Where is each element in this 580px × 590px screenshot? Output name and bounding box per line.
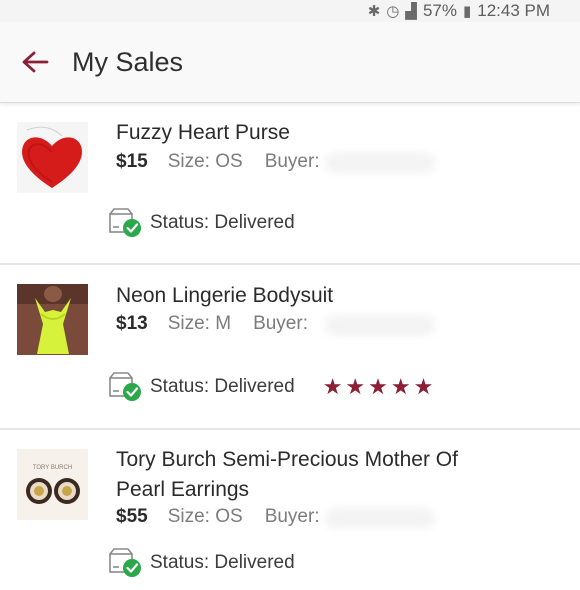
item-thumbnail[interactable] bbox=[17, 284, 88, 355]
page-title: My Sales bbox=[72, 46, 184, 77]
item-meta: $13 Size: M Buyer: bbox=[116, 313, 308, 335]
item-size: Size: M bbox=[167, 313, 232, 334]
buyer-name-redacted bbox=[325, 153, 435, 173]
star-icon: ★ bbox=[368, 374, 388, 399]
item-title[interactable]: Tory Burch Semi-Precious Mother Of Pearl… bbox=[116, 445, 458, 505]
order-status: Status: Delivered bbox=[108, 548, 295, 578]
item-title[interactable]: Neon Lingerie Bodysuit bbox=[116, 281, 333, 311]
item-meta: $55 Size: OS Buyer: bbox=[116, 506, 320, 528]
star-icon: ★ bbox=[322, 374, 343, 399]
delivered-package-icon bbox=[108, 372, 144, 402]
buyer-label: Buyer: bbox=[253, 313, 308, 334]
list-item[interactable]: Neon Lingerie Bodysuit $13 Size: M Buyer… bbox=[0, 265, 580, 430]
star-icon: ★ bbox=[413, 374, 434, 399]
buyer-name-redacted bbox=[325, 315, 435, 335]
heart-purse-image bbox=[17, 122, 88, 193]
item-meta: $15 Size: OS Buyer: bbox=[116, 151, 320, 173]
status-bar: ✱ ◷ ▟ 57% ▮ 12:43 PM bbox=[0, 0, 580, 22]
item-price: $55 bbox=[116, 506, 148, 527]
back-button[interactable] bbox=[18, 45, 52, 79]
earrings-image: TORY BURCH bbox=[17, 449, 88, 520]
bodysuit-image bbox=[17, 284, 88, 355]
status-text: Status: Delivered bbox=[150, 212, 295, 233]
sales-list: Fuzzy Heart Purse $15 Size: OS Buyer: St… bbox=[0, 103, 580, 590]
star-icon: ★ bbox=[390, 374, 411, 399]
alarm-icon: ◷ bbox=[386, 3, 400, 20]
item-size: Size: OS bbox=[167, 506, 243, 527]
signal-icon: ▟ bbox=[405, 3, 417, 20]
battery-percent: 57% bbox=[422, 1, 457, 20]
status-text: Status: Delivered bbox=[150, 376, 295, 397]
order-status: Status: Delivered ★ ★ ★ ★ ★ bbox=[108, 372, 433, 402]
order-status: Status: Delivered bbox=[108, 208, 295, 238]
battery-icon: ▮ bbox=[462, 3, 472, 20]
buyer-label: Buyer: bbox=[264, 506, 320, 527]
list-item[interactable]: TORY BURCH Tory Burch Semi-Precious Moth… bbox=[0, 430, 580, 590]
item-title-line: Pearl Earrings bbox=[116, 478, 250, 501]
rating-stars: ★ ★ ★ ★ ★ bbox=[322, 374, 434, 399]
item-title-line: Tory Burch Semi-Precious Mother Of bbox=[116, 448, 458, 471]
buyer-label: Buyer: bbox=[264, 151, 320, 172]
thumb-brand-text: TORY BURCH bbox=[33, 465, 72, 471]
list-item[interactable]: Fuzzy Heart Purse $15 Size: OS Buyer: St… bbox=[0, 103, 580, 265]
delivered-package-icon bbox=[108, 548, 144, 578]
item-price: $13 bbox=[116, 313, 148, 334]
status-text: Status: Delivered bbox=[150, 552, 295, 573]
item-thumbnail[interactable] bbox=[17, 122, 88, 193]
delivered-package-icon bbox=[108, 208, 144, 238]
item-price: $15 bbox=[116, 151, 148, 172]
app-bar: My Sales bbox=[0, 22, 580, 103]
item-size: Size: OS bbox=[167, 151, 243, 172]
star-icon: ★ bbox=[345, 374, 366, 399]
bluetooth-icon: ✱ bbox=[367, 3, 381, 20]
item-title[interactable]: Fuzzy Heart Purse bbox=[116, 118, 290, 148]
buyer-name-redacted bbox=[325, 508, 435, 528]
item-thumbnail[interactable]: TORY BURCH bbox=[17, 449, 88, 520]
back-arrow-icon bbox=[22, 51, 49, 73]
clock: 12:43 PM bbox=[477, 1, 550, 20]
